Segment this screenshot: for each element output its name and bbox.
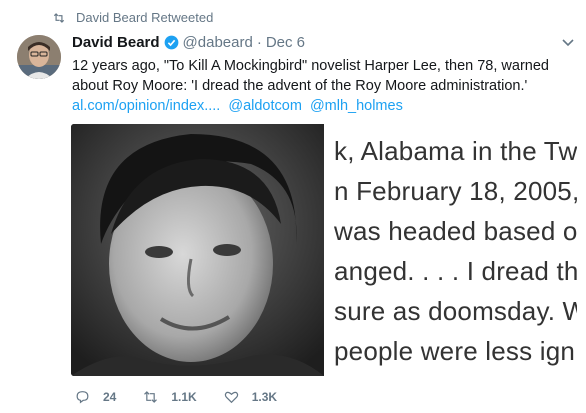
chevron-down-icon[interactable] bbox=[562, 38, 574, 48]
reply-icon bbox=[76, 391, 89, 404]
mention-link[interactable]: @aldotcom bbox=[228, 98, 302, 114]
separator-dot: · bbox=[256, 34, 262, 51]
article-line: people were less ign bbox=[334, 336, 576, 366]
article-line: n February 18, 2005, bbox=[334, 176, 577, 206]
portrait-photo[interactable] bbox=[71, 124, 324, 376]
tweet-text-line: 12 years ago, "To Kill A Mockingbird" no… bbox=[72, 58, 549, 74]
retweeted-by-row: David Beard Retweeted bbox=[52, 10, 213, 25]
mention-link[interactable]: @mlh_holmes bbox=[310, 98, 403, 114]
reply-count: 24 bbox=[103, 390, 117, 404]
author-handle[interactable]: @dabeard bbox=[183, 34, 253, 51]
article-line: k, Alabama in the Tw bbox=[334, 136, 577, 166]
article-link[interactable]: al.com/opinion/index.... bbox=[72, 98, 220, 114]
retweet-icon bbox=[53, 12, 65, 23]
reply-button[interactable]: 24 bbox=[74, 389, 116, 405]
tweet-media[interactable]: k, Alabama in the Tw n February 18, 2005… bbox=[71, 124, 577, 376]
tweet-text: 12 years ago, "To Kill A Mockingbird" no… bbox=[72, 56, 572, 116]
like-count: 1.3K bbox=[251, 390, 278, 404]
like-button[interactable]: 1.3K bbox=[223, 389, 277, 405]
article-line: was headed based o bbox=[334, 216, 577, 246]
retweet-count: 1.1K bbox=[171, 390, 197, 404]
article-line: sure as doomsday. W bbox=[334, 296, 577, 326]
heart-icon bbox=[224, 391, 238, 404]
article-excerpt[interactable]: k, Alabama in the Tw n February 18, 2005… bbox=[324, 124, 577, 376]
retweet-icon bbox=[144, 391, 158, 403]
verified-badge-icon bbox=[164, 35, 178, 50]
avatar-image bbox=[17, 35, 61, 79]
tweet-links: al.com/opinion/index.... @aldotcom @mlh_… bbox=[72, 96, 572, 116]
article-line: anged. . . . I dread the bbox=[334, 256, 577, 286]
tweet-actions: 24 1.1K 1.3K bbox=[74, 389, 303, 405]
tweet-header: David Beard @dabeard · Dec 6 bbox=[72, 34, 305, 51]
portrait-image bbox=[71, 124, 324, 376]
tweet-timestamp[interactable]: Dec 6 bbox=[266, 34, 305, 51]
retweeted-by-label[interactable]: David Beard Retweeted bbox=[76, 10, 213, 25]
avatar[interactable] bbox=[17, 35, 61, 79]
author-name[interactable]: David Beard bbox=[72, 34, 160, 51]
retweet-button[interactable]: 1.1K bbox=[142, 389, 197, 405]
tweet-text-line: about Roy Moore: 'I dread the advent of … bbox=[72, 78, 528, 94]
